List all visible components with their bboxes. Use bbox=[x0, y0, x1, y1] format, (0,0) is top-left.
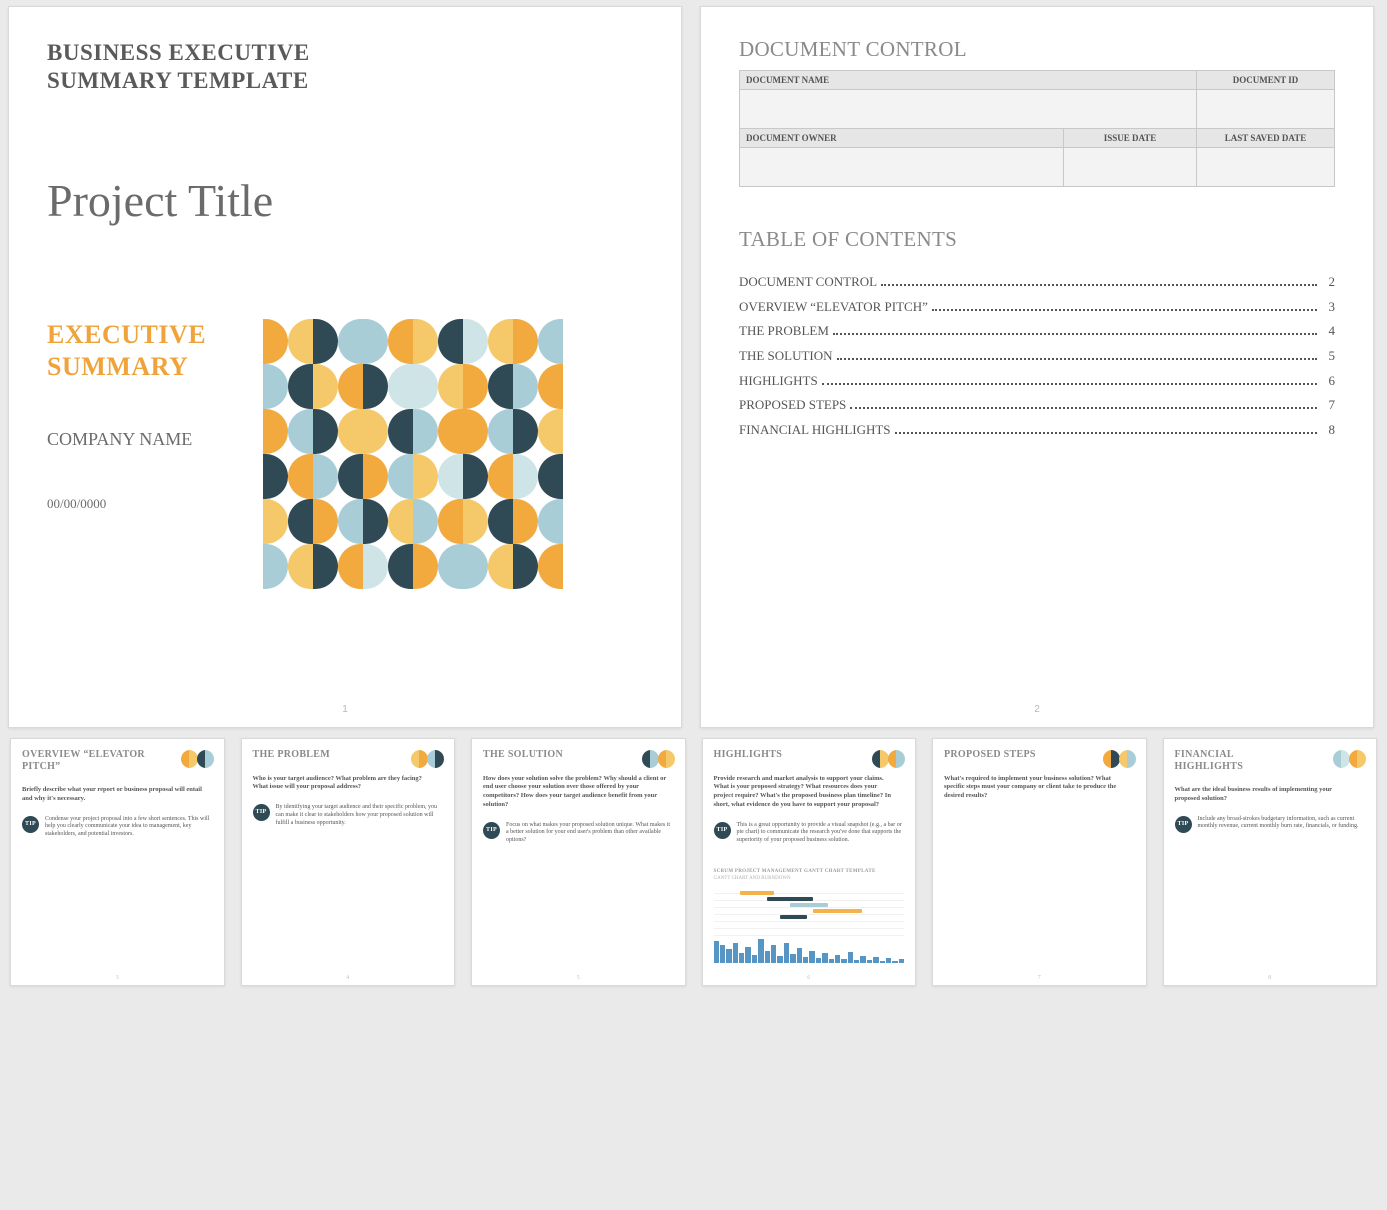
tip-text: By identifying your target audience and … bbox=[276, 804, 444, 827]
cover-pattern-graphic bbox=[263, 319, 563, 589]
page-number: 2 bbox=[701, 704, 1373, 715]
page-thumbnail[interactable]: OVERVIEW “ELEVATOR PITCH” Briefly describ… bbox=[10, 738, 225, 986]
dc-col-issue: ISSUE DATE bbox=[1064, 129, 1197, 148]
toc-heading: TABLE OF CONTENTS bbox=[739, 229, 1335, 250]
tip-text: Focus on what makes your proposed soluti… bbox=[506, 822, 674, 845]
tip-text: This is a great opportunity to provide a… bbox=[737, 822, 905, 845]
toc-label: FINANCIAL HIGHLIGHTS bbox=[739, 418, 891, 443]
toc-label: THE SOLUTION bbox=[739, 344, 833, 369]
dc-id-value[interactable] bbox=[1197, 90, 1335, 129]
tip-badge: TIP bbox=[714, 822, 731, 839]
thumb-prompt: How does your solution solve the problem… bbox=[483, 775, 674, 810]
toc-page: 8 bbox=[1321, 418, 1335, 443]
executive-summary-label: EXECUTIVE SUMMARY bbox=[47, 319, 237, 384]
page-number: 1 bbox=[9, 704, 681, 715]
document-control-table: DOCUMENT NAME DOCUMENT ID DOCUMENT OWNER… bbox=[739, 70, 1335, 187]
document-control-heading: DOCUMENT CONTROL bbox=[739, 39, 1335, 60]
thumb-title: HIGHLIGHTS bbox=[714, 749, 844, 761]
dc-owner-value[interactable] bbox=[740, 148, 1064, 187]
toc-entry[interactable]: THE SOLUTION 5 bbox=[739, 344, 1335, 369]
thumb-title: PROPOSED STEPS bbox=[944, 749, 1074, 761]
thumb-page-number: 5 bbox=[472, 975, 685, 981]
toc-label: PROPOSED STEPS bbox=[739, 393, 846, 418]
thumb-prompt: Who is your target audience? What proble… bbox=[253, 775, 444, 793]
document-preview-viewport: BUSINESS EXECUTIVE SUMMARY TEMPLATE Proj… bbox=[0, 0, 1387, 998]
page-thumbnail[interactable]: HIGHLIGHTS Provide research and market an… bbox=[702, 738, 917, 986]
project-title: Project Title bbox=[47, 176, 643, 227]
thumb-prompt: What's required to implement your busine… bbox=[944, 775, 1135, 801]
toc-label: OVERVIEW “ELEVATOR PITCH” bbox=[739, 295, 928, 320]
dc-issue-value[interactable] bbox=[1064, 148, 1197, 187]
thumb-title: FINANCIAL HIGHLIGHTS bbox=[1175, 749, 1305, 772]
cover-date: 00/00/0000 bbox=[47, 496, 237, 512]
tip-text: Include any broad-strokes budgetary info… bbox=[1198, 816, 1366, 833]
toc-page: 4 bbox=[1321, 319, 1335, 344]
dc-name-value[interactable] bbox=[740, 90, 1197, 129]
tip-badge: TIP bbox=[253, 804, 270, 821]
toc-entry[interactable]: PROPOSED STEPS 7 bbox=[739, 393, 1335, 418]
thumb-prompt: What are the ideal business results of i… bbox=[1175, 786, 1366, 804]
toc-page: 3 bbox=[1321, 295, 1335, 320]
toc-label: HIGHLIGHTS bbox=[739, 369, 818, 394]
page-2[interactable]: DOCUMENT CONTROL DOCUMENT NAME DOCUMENT … bbox=[700, 6, 1374, 728]
dc-col-name: DOCUMENT NAME bbox=[740, 71, 1197, 90]
thumb-title: OVERVIEW “ELEVATOR PITCH” bbox=[22, 749, 152, 772]
table-of-contents: DOCUMENT CONTROL2OVERVIEW “ELEVATOR PITC… bbox=[739, 270, 1335, 443]
toc-label: THE PROBLEM bbox=[739, 319, 829, 344]
dc-col-id: DOCUMENT ID bbox=[1197, 71, 1335, 90]
thumb-page-number: 3 bbox=[11, 975, 224, 981]
tip-badge: TIP bbox=[483, 822, 500, 839]
toc-entry[interactable]: OVERVIEW “ELEVATOR PITCH” 3 bbox=[739, 295, 1335, 320]
page-thumbnails-strip: OVERVIEW “ELEVATOR PITCH” Briefly describ… bbox=[0, 738, 1387, 998]
company-name: COMPANY NAME bbox=[47, 428, 237, 451]
tip-badge: TIP bbox=[1175, 816, 1192, 833]
toc-entry[interactable]: FINANCIAL HIGHLIGHTS 8 bbox=[739, 418, 1335, 443]
gantt-preview: SCRUM PROJECT MANAGEMENT GANTT CHART TEM… bbox=[714, 869, 905, 963]
toc-page: 6 bbox=[1321, 369, 1335, 394]
page-thumbnail[interactable]: PROPOSED STEPS What's required to impleme… bbox=[932, 738, 1147, 986]
tip-badge: TIP bbox=[22, 816, 39, 833]
toc-page: 7 bbox=[1321, 393, 1335, 418]
dc-col-last: LAST SAVED DATE bbox=[1197, 129, 1335, 148]
thumb-page-number: 4 bbox=[242, 975, 455, 981]
page-1[interactable]: BUSINESS EXECUTIVE SUMMARY TEMPLATE Proj… bbox=[8, 6, 682, 728]
page-thumbnail[interactable]: THE PROBLEM Who is your target audience? … bbox=[241, 738, 456, 986]
tip-text: Condense your project proposal into a fe… bbox=[45, 816, 213, 839]
toc-entry[interactable]: THE PROBLEM 4 bbox=[739, 319, 1335, 344]
dc-last-value[interactable] bbox=[1197, 148, 1335, 187]
page-thumbnail[interactable]: THE SOLUTION How does your solution solve… bbox=[471, 738, 686, 986]
thumb-prompt: Provide research and market analysis to … bbox=[714, 775, 905, 810]
template-title: BUSINESS EXECUTIVE SUMMARY TEMPLATE bbox=[47, 39, 407, 94]
toc-page: 2 bbox=[1321, 270, 1335, 295]
thumb-page-number: 6 bbox=[703, 975, 916, 981]
page-thumbnail[interactable]: FINANCIAL HIGHLIGHTS What are the ideal b… bbox=[1163, 738, 1378, 986]
thumb-page-number: 7 bbox=[933, 975, 1146, 981]
toc-label: DOCUMENT CONTROL bbox=[739, 270, 877, 295]
thumb-page-number: 8 bbox=[1164, 975, 1377, 981]
toc-page: 5 bbox=[1321, 344, 1335, 369]
toc-entry[interactable]: DOCUMENT CONTROL 2 bbox=[739, 270, 1335, 295]
page-spread: BUSINESS EXECUTIVE SUMMARY TEMPLATE Proj… bbox=[0, 0, 1387, 738]
dc-col-owner: DOCUMENT OWNER bbox=[740, 129, 1064, 148]
thumb-title: THE SOLUTION bbox=[483, 749, 613, 761]
thumb-prompt: Briefly describe what your report or bus… bbox=[22, 786, 213, 804]
toc-entry[interactable]: HIGHLIGHTS 6 bbox=[739, 369, 1335, 394]
thumb-title: THE PROBLEM bbox=[253, 749, 383, 761]
